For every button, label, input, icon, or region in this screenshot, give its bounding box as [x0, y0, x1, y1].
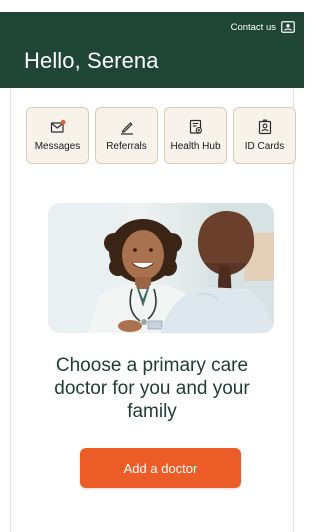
quick-action-id-cards[interactable]: ID Cards — [233, 107, 296, 164]
status-bar-area — [0, 0, 304, 12]
app-header: Contact us Hello, Serena — [0, 12, 304, 88]
quick-action-label: Referrals — [106, 141, 147, 152]
quick-action-label: Messages — [34, 141, 81, 152]
add-doctor-button[interactable]: Add a doctor — [80, 448, 241, 488]
quick-action-label: ID Cards — [244, 141, 285, 152]
promo-headline: Choose a primary care doctor for you and… — [54, 355, 250, 422]
quick-action-messages[interactable]: Messages — [26, 107, 89, 164]
contact-card-icon — [281, 21, 295, 33]
quick-action-referrals[interactable]: Referrals — [95, 107, 158, 164]
quick-action-health-hub[interactable]: Health Hub — [164, 107, 227, 164]
pen-icon — [120, 122, 133, 135]
content-frame-left-border — [10, 88, 11, 532]
quick-actions: Messages Referrals Health Hub ID Cards — [26, 107, 296, 164]
id-badge-icon — [258, 119, 271, 135]
envelope-notification-icon — [50, 119, 65, 133]
contact-us-label: Contact us — [230, 21, 276, 33]
quick-action-label: Health Hub — [170, 141, 221, 152]
doctor-patient-illustration — [48, 203, 274, 333]
health-document-icon — [189, 119, 202, 134]
greeting-title: Hello, Serena — [24, 48, 159, 73]
doctor-with-patient-photo — [48, 203, 274, 333]
contact-us-link[interactable]: Contact us — [231, 21, 295, 33]
